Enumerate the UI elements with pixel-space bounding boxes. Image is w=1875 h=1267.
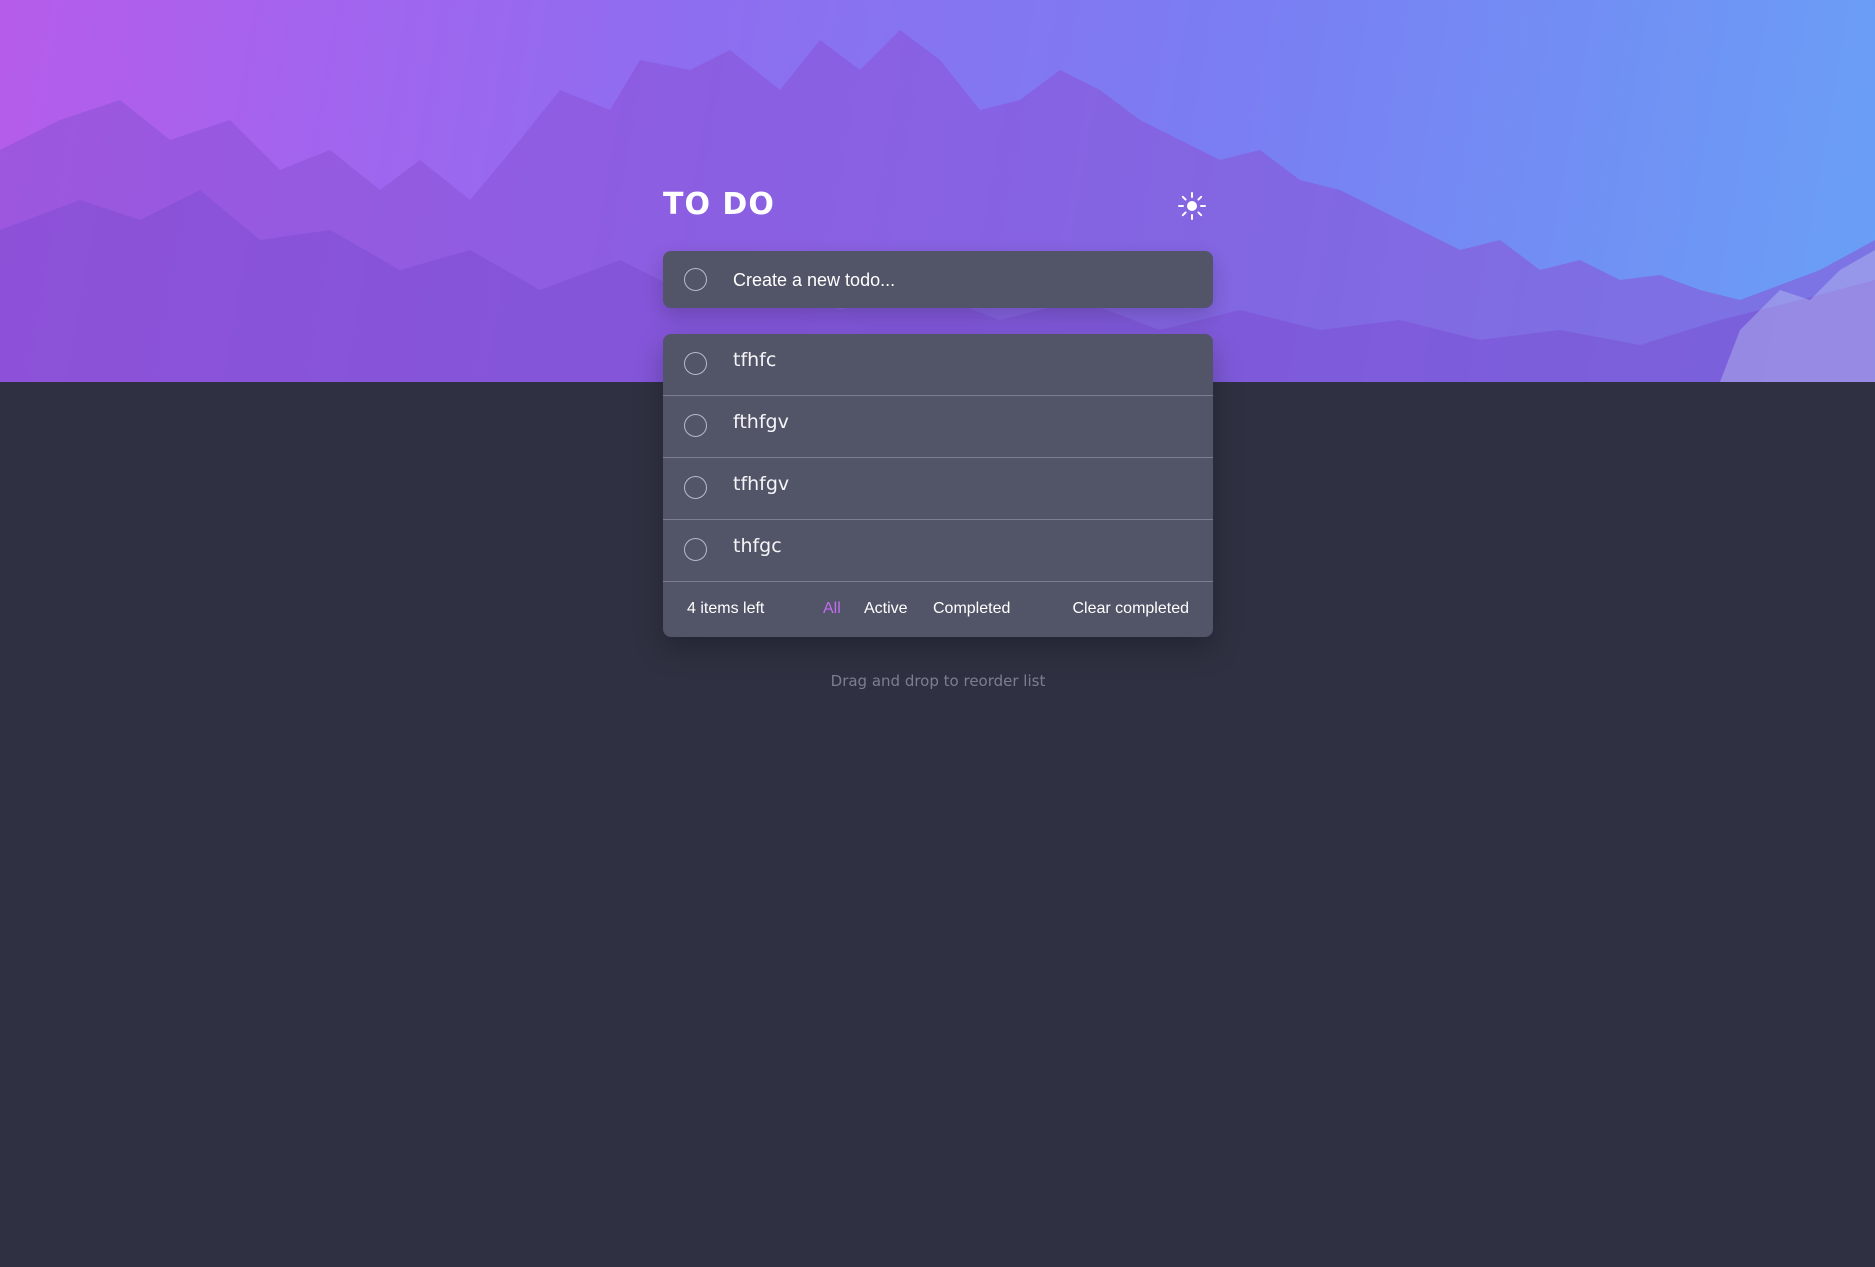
- drag-hint-text: Drag and drop to reorder list: [830, 672, 1046, 690]
- todo-label: tfhfc: [733, 349, 777, 371]
- todo-check-circle[interactable]: [684, 352, 707, 375]
- new-todo-check-circle[interactable]: [684, 268, 707, 291]
- filter-all-button[interactable]: All: [823, 600, 841, 618]
- clear-completed-button[interactable]: Clear completed: [1073, 600, 1190, 618]
- todo-footer: 4 items left All Active Completed Clear …: [663, 582, 1213, 637]
- todo-label: thfgc: [733, 535, 782, 557]
- todo-item[interactable]: tfhfgv: [663, 458, 1213, 520]
- filter-active-button[interactable]: Active: [864, 600, 908, 618]
- todo-check-circle[interactable]: [684, 476, 707, 499]
- sun-icon: [1178, 192, 1206, 220]
- todo-item[interactable]: thfgc: [663, 520, 1213, 582]
- todo-item[interactable]: fthfgv: [663, 396, 1213, 458]
- app-header: TO DO: [663, 185, 1213, 229]
- theme-toggle-button[interactable]: [1177, 191, 1207, 221]
- todo-label: fthfgv: [733, 411, 789, 433]
- todo-list: tfhfc fthfgv tfhfgv thfgc 4 items left A…: [663, 334, 1213, 637]
- page-title: TO DO: [663, 187, 775, 222]
- todo-check-circle[interactable]: [684, 414, 707, 437]
- filter-completed-button[interactable]: Completed: [933, 600, 1010, 618]
- new-todo-input[interactable]: [731, 251, 1195, 310]
- new-todo-row: [663, 251, 1213, 310]
- todo-label: tfhfgv: [733, 473, 790, 495]
- items-left-count: 4 items left: [687, 600, 765, 617]
- todo-check-circle[interactable]: [684, 538, 707, 561]
- todo-item[interactable]: tfhfc: [663, 334, 1213, 396]
